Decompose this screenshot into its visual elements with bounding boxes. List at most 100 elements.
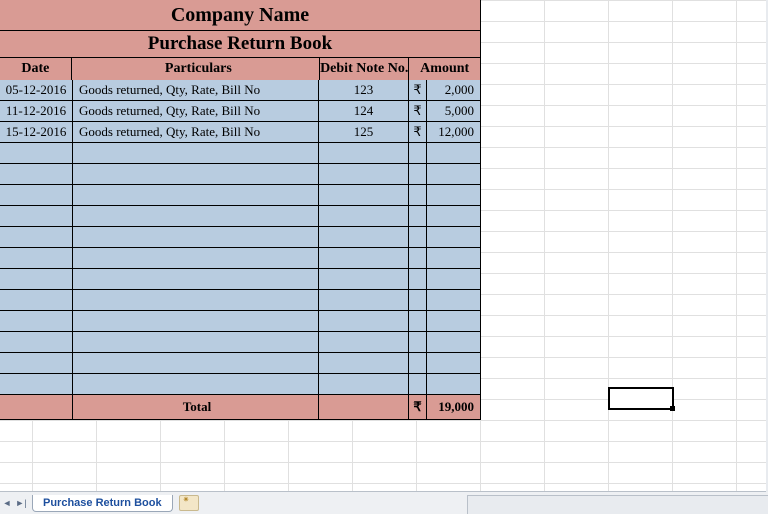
cell-particulars[interactable]: [72, 185, 318, 205]
cell-date[interactable]: [0, 332, 72, 352]
cell-currency-symbol[interactable]: [408, 332, 426, 352]
cell-particulars[interactable]: [72, 248, 318, 268]
table-row[interactable]: 15-12-2016Goods returned, Qty, Rate, Bil…: [0, 121, 480, 142]
cell-particulars[interactable]: [72, 311, 318, 331]
cell-currency-symbol[interactable]: [408, 311, 426, 331]
cell-amount[interactable]: [426, 206, 480, 226]
cell-date[interactable]: [0, 185, 72, 205]
cell-currency-symbol[interactable]: [408, 227, 426, 247]
tab-nav-next-icon[interactable]: ►|: [14, 494, 28, 512]
cell-amount[interactable]: [426, 248, 480, 268]
cell-date[interactable]: 11-12-2016: [0, 101, 72, 121]
cell-currency-symbol[interactable]: ₹: [408, 80, 426, 100]
cell-amount[interactable]: [426, 311, 480, 331]
cell-date[interactable]: [0, 290, 72, 310]
col-header-amount[interactable]: Amount: [408, 58, 480, 80]
cell-particulars[interactable]: [72, 269, 318, 289]
cell-amount[interactable]: [426, 374, 480, 394]
cell-debit-note[interactable]: [318, 311, 408, 331]
table-row[interactable]: [0, 289, 480, 310]
cell-amount[interactable]: 5,000: [426, 101, 480, 121]
cell-amount[interactable]: 2,000: [426, 80, 480, 100]
cell-date[interactable]: [0, 311, 72, 331]
table-row[interactable]: [0, 331, 480, 352]
cell-debit-note[interactable]: [318, 185, 408, 205]
table-row[interactable]: [0, 247, 480, 268]
cell-particulars[interactable]: Goods returned, Qty, Rate, Bill No: [72, 122, 318, 142]
cell-currency-symbol[interactable]: [408, 269, 426, 289]
cell-debit-note[interactable]: [318, 143, 408, 163]
cell-date[interactable]: [0, 164, 72, 184]
cell-debit-note[interactable]: [318, 248, 408, 268]
cell-amount[interactable]: [426, 164, 480, 184]
active-cell-cursor[interactable]: [608, 387, 674, 410]
cell-debit-note[interactable]: [318, 206, 408, 226]
cell-amount[interactable]: [426, 290, 480, 310]
cell-particulars[interactable]: Goods returned, Qty, Rate, Bill No: [72, 101, 318, 121]
cell-particulars[interactable]: [72, 227, 318, 247]
cell-currency-symbol[interactable]: [408, 206, 426, 226]
tab-nav-prev-icon[interactable]: ◄: [0, 494, 14, 512]
cell-date[interactable]: [0, 143, 72, 163]
cell-date[interactable]: [0, 227, 72, 247]
cell-debit-note[interactable]: [318, 374, 408, 394]
table-row[interactable]: [0, 205, 480, 226]
cell-currency-symbol[interactable]: [408, 248, 426, 268]
cell-particulars[interactable]: [72, 164, 318, 184]
col-header-date[interactable]: Date: [0, 58, 71, 80]
cell-particulars[interactable]: [72, 143, 318, 163]
cell-currency-symbol[interactable]: [408, 143, 426, 163]
table-row[interactable]: [0, 310, 480, 331]
cell-particulars[interactable]: [72, 290, 318, 310]
cell-currency-symbol[interactable]: [408, 353, 426, 373]
cell-debit-note[interactable]: [318, 332, 408, 352]
worksheet-area[interactable]: Company Name Purchase Return Book Date P…: [0, 0, 768, 480]
cell-amount[interactable]: [426, 185, 480, 205]
cell-currency-symbol[interactable]: ₹: [408, 101, 426, 121]
cell-currency-symbol[interactable]: [408, 164, 426, 184]
cell-date[interactable]: [0, 206, 72, 226]
table-row[interactable]: [0, 352, 480, 373]
cell-date[interactable]: [0, 269, 72, 289]
cell-date[interactable]: 15-12-2016: [0, 122, 72, 142]
table-row[interactable]: [0, 373, 480, 394]
col-header-particulars[interactable]: Particulars: [71, 58, 319, 80]
cell-particulars[interactable]: [72, 353, 318, 373]
cell-currency-symbol[interactable]: [408, 290, 426, 310]
cell-particulars[interactable]: [72, 332, 318, 352]
cell-particulars[interactable]: [72, 206, 318, 226]
cell-amount[interactable]: [426, 143, 480, 163]
cell-debit-note[interactable]: [318, 227, 408, 247]
cell-amount[interactable]: [426, 332, 480, 352]
cell-debit-note[interactable]: 125: [318, 122, 408, 142]
cell-date[interactable]: [0, 248, 72, 268]
horizontal-scrollbar[interactable]: [467, 495, 768, 514]
cell-amount[interactable]: [426, 269, 480, 289]
cell-debit-note[interactable]: [318, 269, 408, 289]
cell-debit-note[interactable]: 124: [318, 101, 408, 121]
cell-date[interactable]: 05-12-2016: [0, 80, 72, 100]
cell-date[interactable]: [0, 353, 72, 373]
table-row[interactable]: [0, 184, 480, 205]
cell-particulars[interactable]: [72, 374, 318, 394]
table-row[interactable]: [0, 163, 480, 184]
cell-debit-note[interactable]: [318, 290, 408, 310]
table-row[interactable]: [0, 268, 480, 289]
cell-amount[interactable]: [426, 227, 480, 247]
cell-amount[interactable]: 12,000: [426, 122, 480, 142]
cell-debit-note[interactable]: [318, 353, 408, 373]
new-sheet-button[interactable]: [179, 495, 199, 511]
cell-currency-symbol[interactable]: [408, 374, 426, 394]
table-row[interactable]: 05-12-2016Goods returned, Qty, Rate, Bil…: [0, 80, 480, 100]
col-header-debit-note[interactable]: Debit Note No.: [319, 58, 408, 80]
cell-currency-symbol[interactable]: [408, 185, 426, 205]
table-row[interactable]: 11-12-2016Goods returned, Qty, Rate, Bil…: [0, 100, 480, 121]
cell-particulars[interactable]: Goods returned, Qty, Rate, Bill No: [72, 80, 318, 100]
cell-date[interactable]: [0, 374, 72, 394]
cell-debit-note[interactable]: [318, 164, 408, 184]
cell-amount[interactable]: [426, 353, 480, 373]
cell-debit-note[interactable]: 123: [318, 80, 408, 100]
sheet-tab-active[interactable]: Purchase Return Book: [32, 495, 173, 512]
table-row[interactable]: [0, 226, 480, 247]
table-row[interactable]: [0, 142, 480, 163]
